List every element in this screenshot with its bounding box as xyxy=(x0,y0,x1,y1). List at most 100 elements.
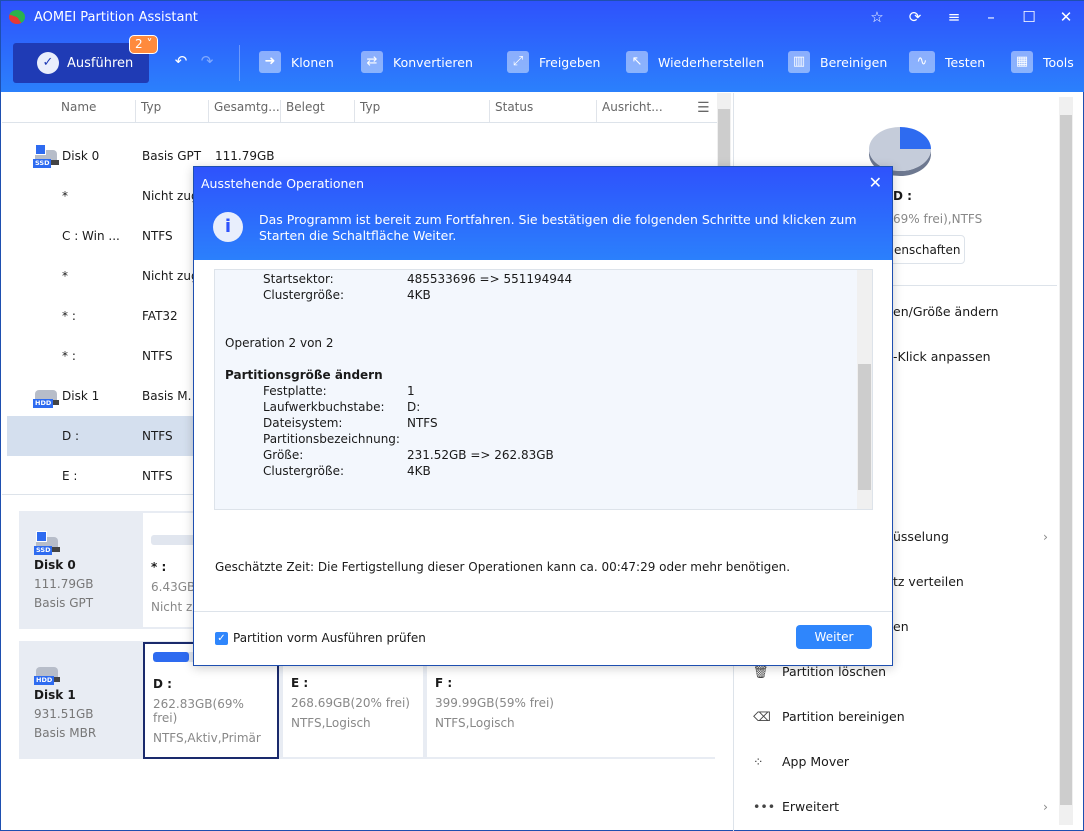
app-logo-icon xyxy=(9,10,25,24)
op-value: 231.52GB => 262.83GB xyxy=(407,448,554,462)
chevron-right-icon: › xyxy=(1043,799,1048,814)
operation-label: en/Größe ändern xyxy=(893,304,999,319)
row-type: Basis GPT xyxy=(142,149,202,163)
row-name: * : xyxy=(62,309,76,323)
row-size: 111.79GB xyxy=(215,149,275,163)
disk-badge: HDD xyxy=(33,399,54,408)
convert-button[interactable]: ⇄ Konvertieren xyxy=(361,51,473,73)
op-key: Startsektor: xyxy=(263,272,334,286)
label: Wiederherstellen xyxy=(658,54,765,70)
recover-button[interactable]: ↖ Wiederherstellen xyxy=(626,51,764,73)
ssd-disk-icon: SSD xyxy=(34,531,60,555)
eraser-icon: ⌫ xyxy=(753,709,771,724)
row-name: Disk 0 xyxy=(62,149,100,163)
col-fs[interactable]: Typ xyxy=(354,100,380,122)
partition-info: NTFS,Logisch xyxy=(291,716,371,730)
shredder-icon: ▥ xyxy=(788,51,810,73)
label: Tools xyxy=(1043,54,1074,70)
col-name[interactable]: Name xyxy=(56,100,96,122)
op-key: Größe: xyxy=(263,448,304,462)
checkbox-checked-icon: ✓ xyxy=(215,631,228,645)
minimize-button[interactable]: – xyxy=(981,8,1001,26)
disk-name: Disk 0 xyxy=(34,558,76,572)
convert-icon: ⇄ xyxy=(361,51,383,73)
label: Bereinigen xyxy=(820,54,888,70)
label: Konvertieren xyxy=(393,54,473,70)
pending-operations-dialog: Ausstehende Operationen ✕ i Das Programm… xyxy=(193,166,893,666)
col-status[interactable]: Status xyxy=(489,100,533,122)
col-alignment[interactable]: Ausricht... xyxy=(596,100,663,122)
columns-icon[interactable]: ☰ xyxy=(692,100,710,122)
pulse-icon: ∿ xyxy=(909,51,935,73)
pending-count: 2 xyxy=(135,37,143,51)
operation-label: Partition löschen xyxy=(782,664,887,679)
drive-info: 69% frei),NTFS xyxy=(893,212,983,226)
maximize-button[interactable]: ☐ xyxy=(1019,8,1039,26)
op-key: Laufwerkbuchstabe: xyxy=(263,400,385,414)
operations-scrollbar[interactable] xyxy=(857,270,872,509)
operation-label: en xyxy=(893,619,909,634)
partition-label: D : xyxy=(153,677,172,691)
op-value: NTFS xyxy=(407,416,438,430)
partition-info: NTFS,Logisch xyxy=(435,716,515,730)
more-icon: ••• xyxy=(753,799,776,814)
redo-icon[interactable]: ↷ xyxy=(197,52,217,70)
row-type: Nicht zug xyxy=(142,189,199,203)
hdd-disk-icon: HDD xyxy=(33,384,59,408)
label: Freigeben xyxy=(539,54,601,70)
tools-grid-icon: ▦ xyxy=(1011,51,1033,73)
divider xyxy=(194,611,892,612)
label: Klonen xyxy=(291,54,334,70)
row-name: E : xyxy=(62,469,78,483)
operation-label: App Mover xyxy=(782,754,850,769)
clone-icon: ➜ xyxy=(259,51,281,73)
row-type: NTFS xyxy=(142,469,173,483)
menu-icon[interactable]: ≡ xyxy=(944,8,964,26)
col-capacity[interactable]: Gesamtg... xyxy=(208,100,280,122)
operation-label: Erweitert xyxy=(782,799,840,814)
col-used[interactable]: Belegt xyxy=(280,100,325,122)
refresh-icon[interactable]: ⟳ xyxy=(905,8,925,26)
row-type: Basis M. xyxy=(142,389,192,403)
test-button[interactable]: ∿ Testen xyxy=(909,51,985,73)
row-type: FAT32 xyxy=(142,309,178,323)
operation-label: üsselung xyxy=(893,529,949,544)
dialog-info-text: Das Programm ist bereit zum Fortfahren. … xyxy=(259,212,857,243)
dialog-title: Ausstehende Operationen xyxy=(201,176,365,191)
row-type: NTFS xyxy=(142,429,173,443)
op-key: Dateisystem: xyxy=(263,416,343,430)
right-scrollbar[interactable] xyxy=(1059,97,1073,825)
trash-icon: 🗑 xyxy=(753,664,769,679)
operation-label: Partition bereinigen xyxy=(782,709,905,724)
tools-button[interactable]: ▦ Tools xyxy=(1011,51,1074,73)
dialog-close-button[interactable]: ✕ xyxy=(869,173,882,192)
row-type: NTFS xyxy=(142,349,173,363)
toolbar-divider xyxy=(239,45,240,81)
execute-label: Ausführen xyxy=(67,55,134,71)
pie-chart-icon xyxy=(869,127,931,171)
partition-size: 399.99GB(59% frei) xyxy=(435,696,554,710)
label: Testen xyxy=(945,54,986,70)
clone-button[interactable]: ➜ Klonen xyxy=(259,51,334,73)
chevron-right-icon: › xyxy=(1043,529,1048,544)
wipe-button[interactable]: ▥ Bereinigen xyxy=(788,51,887,73)
table-header: Name Typ Gesamtg... Belegt Typ Status Au… xyxy=(2,93,717,123)
op-value: 4KB xyxy=(407,464,431,478)
row-type: NTFS xyxy=(142,229,173,243)
pending-count-badge[interactable]: 2 ˅ xyxy=(129,35,159,54)
allocate-button[interactable]: ⤢ Freigeben xyxy=(507,51,600,73)
col-type[interactable]: Typ xyxy=(135,100,161,122)
check-icon: ✓ xyxy=(37,52,59,74)
close-button[interactable]: ✕ xyxy=(1056,8,1076,26)
selected-drive: D : xyxy=(893,189,912,203)
undo-icon[interactable]: ↶ xyxy=(171,52,191,70)
expand-icon: ⤢ xyxy=(507,51,529,73)
star-icon[interactable]: ☆ xyxy=(867,8,887,26)
partition-size: 262.83GB(69% frei) xyxy=(153,697,244,725)
partition-size: 268.69GB(20% frei) xyxy=(291,696,410,710)
disk-badge: HDD xyxy=(34,676,55,685)
op-value: 4KB xyxy=(407,288,431,302)
next-button[interactable]: Weiter xyxy=(796,625,872,649)
verify-partition-checkbox[interactable]: ✓ Partition vorm Ausführen prüfen xyxy=(215,631,426,645)
disk-badge: SSD xyxy=(34,546,53,555)
